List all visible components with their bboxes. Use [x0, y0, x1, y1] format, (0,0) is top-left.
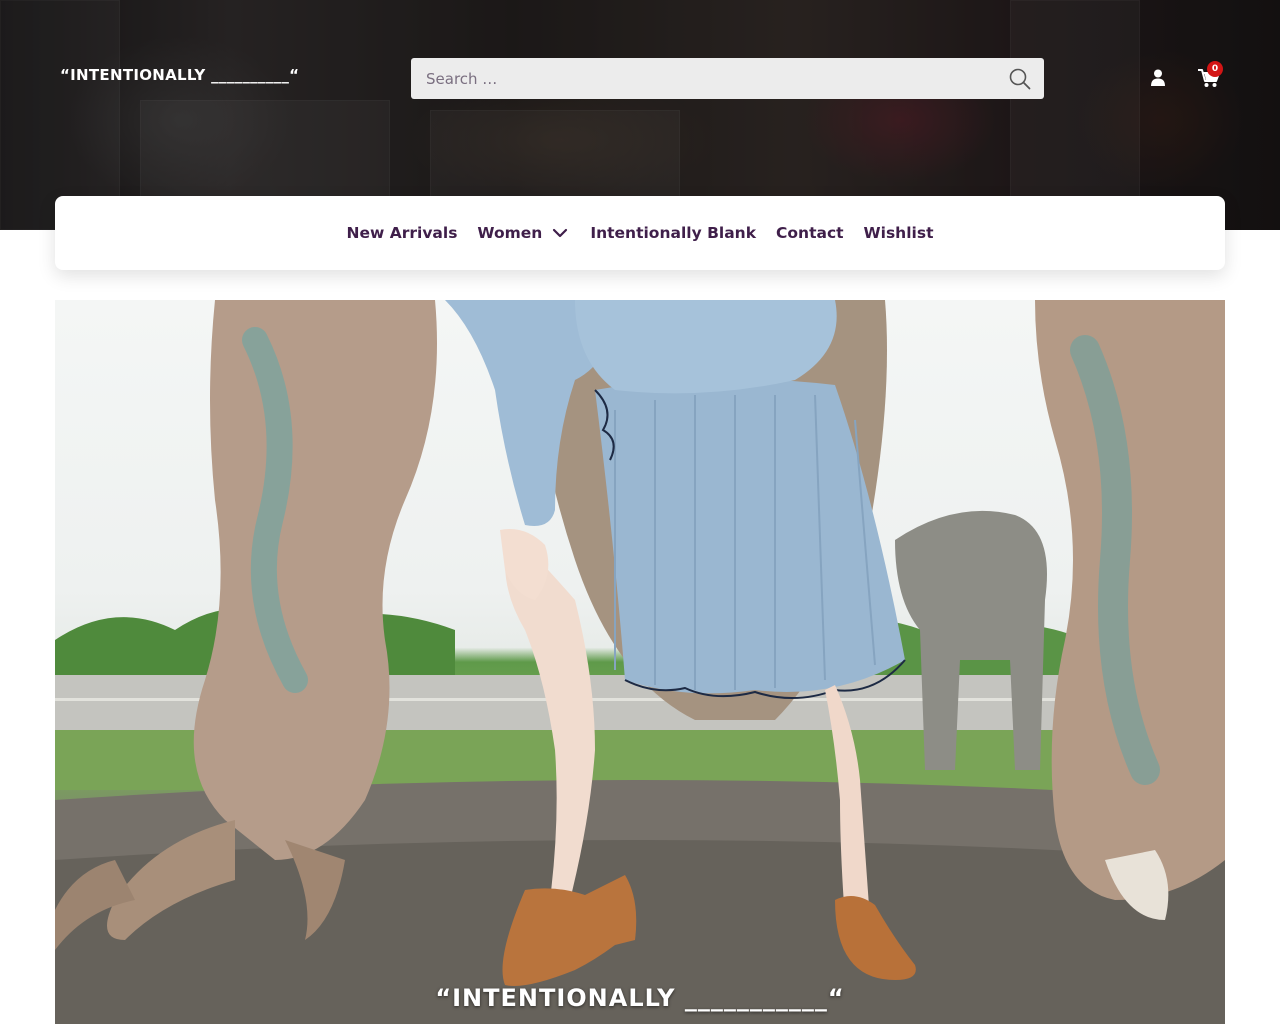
- main-navigation: New Arrivals Women Intentionally Blank C…: [55, 196, 1225, 270]
- nav-item-intentionally-blank[interactable]: Intentionally Blank: [590, 224, 756, 242]
- chevron-down-icon[interactable]: [550, 223, 570, 243]
- site-logo[interactable]: “INTENTIONALLY __________“: [60, 66, 299, 84]
- hero-banner[interactable]: “INTENTIONALLY ___________“: [55, 300, 1225, 1024]
- search-bar: [411, 58, 1044, 99]
- nav-item-contact[interactable]: Contact: [776, 224, 844, 242]
- nav-item-label: Contact: [776, 224, 844, 242]
- user-icon[interactable]: [1149, 68, 1167, 88]
- nav-item-label: Women: [477, 224, 543, 242]
- nav-item-label: Intentionally Blank: [590, 224, 757, 242]
- nav-item-label: New Arrivals: [346, 224, 458, 242]
- nav-item-label: Wishlist: [863, 224, 934, 242]
- cart-count-badge: 0: [1207, 61, 1223, 77]
- search-input[interactable]: [411, 58, 996, 99]
- hero-caption: “INTENTIONALLY ___________“: [435, 984, 845, 1012]
- search-icon[interactable]: [996, 58, 1044, 99]
- nav-item-women[interactable]: Women: [477, 223, 570, 243]
- nav-item-new-arrivals[interactable]: New Arrivals: [347, 224, 458, 242]
- hero-image: [55, 300, 1225, 1024]
- nav-item-wishlist[interactable]: Wishlist: [864, 224, 934, 242]
